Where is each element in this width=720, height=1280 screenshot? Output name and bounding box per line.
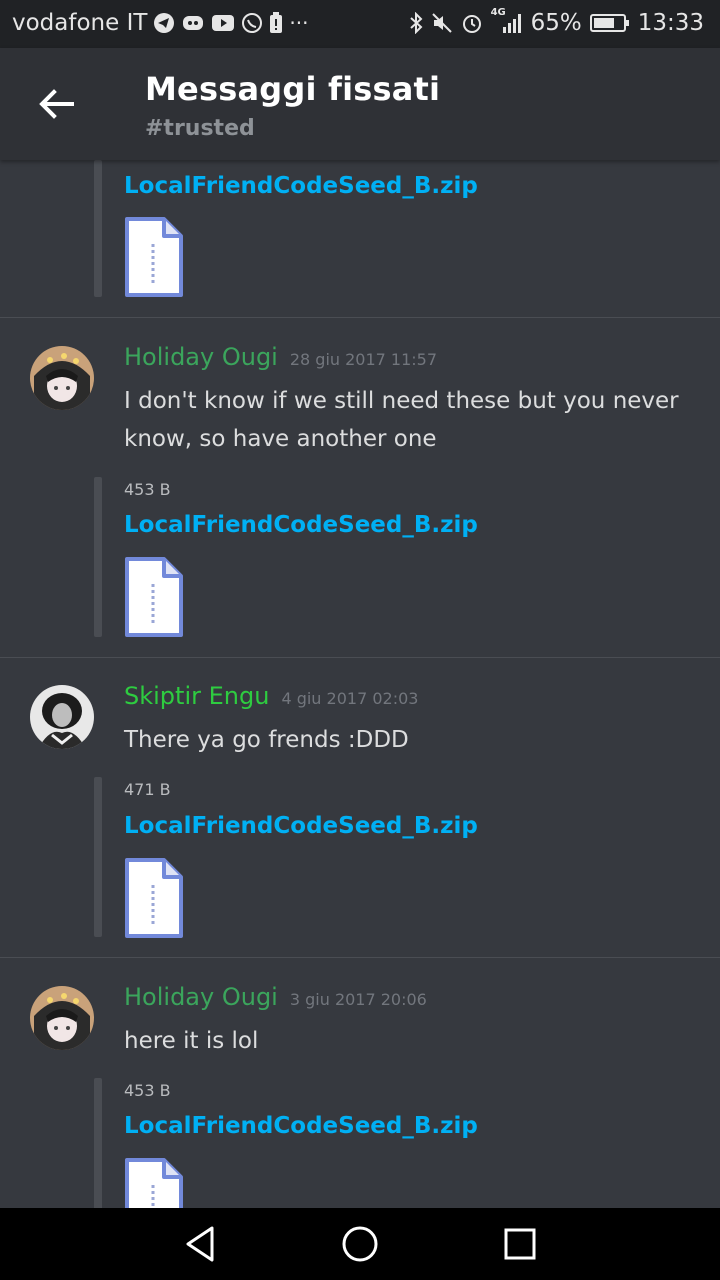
- attachment-accent-bar: [94, 1078, 102, 1208]
- author-name-text[interactable]: Holiday Ougi: [124, 983, 278, 1011]
- carrier-name: vodafone IT: [12, 10, 148, 36]
- author-name[interactable]: Holiday Ougi 3 giu 2017 20:06: [124, 983, 427, 1011]
- message-text: There ya go frends :DDD: [124, 727, 409, 753]
- avatar[interactable]: [30, 685, 94, 749]
- attachment-accent-bar: [94, 160, 102, 297]
- arrow-left-icon: [39, 89, 74, 119]
- status-bar: vodafone IT ··· 4G 65% 13:33: [0, 0, 720, 48]
- nav-back-button[interactable]: [170, 1214, 230, 1274]
- attachment-link[interactable]: LocalFriendCodeSeed_B.zip: [124, 173, 478, 199]
- message-divider: [0, 657, 720, 658]
- square-recents-icon: [504, 1228, 536, 1260]
- alarm-icon: [461, 12, 483, 34]
- author-name[interactable]: Holiday Ougi 28 giu 2017 11:57: [124, 343, 437, 371]
- navigation-bar: [0, 1208, 720, 1280]
- overflow-dots: ···: [289, 11, 309, 35]
- message-timestamp: 3 giu 2017 20:06: [289, 990, 427, 1009]
- message-text: I don't know if we still need these but …: [124, 388, 679, 452]
- attachment-link[interactable]: LocalFriendCodeSeed_B.zip: [124, 512, 478, 538]
- message-timestamp: 4 giu 2017 02:03: [281, 689, 419, 708]
- discord-icon: [181, 13, 205, 33]
- mute-icon: [431, 12, 453, 34]
- triangle-back-icon: [186, 1226, 214, 1262]
- telegram-icon: [153, 12, 175, 34]
- clock: 13:33: [637, 10, 704, 36]
- bluetooth-icon: [409, 12, 423, 34]
- battery-alert-icon: [269, 12, 283, 34]
- attachment-size: 453 B: [124, 480, 171, 499]
- author-name[interactable]: Skiptir Engu 4 giu 2017 02:03: [124, 682, 418, 710]
- network-type: 4G: [490, 7, 506, 18]
- message-divider: [0, 957, 720, 958]
- attachment-accent-bar: [94, 777, 102, 937]
- whatsapp-icon: [241, 12, 263, 34]
- signal-icon: 4G: [491, 8, 523, 34]
- avatar[interactable]: [30, 986, 94, 1050]
- back-button[interactable]: [30, 82, 82, 126]
- zip-file-icon[interactable]: [124, 857, 184, 938]
- app-header: Messaggi fissati #trusted: [0, 48, 720, 160]
- zip-file-icon[interactable]: [124, 216, 184, 297]
- attachment-size: 471 B: [124, 780, 171, 799]
- attachment-accent-bar: [94, 477, 102, 637]
- zip-file-icon[interactable]: [124, 556, 184, 637]
- attachment-link[interactable]: LocalFriendCodeSeed_B.zip: [124, 813, 478, 839]
- attachment-link[interactable]: LocalFriendCodeSeed_B.zip: [124, 1113, 478, 1139]
- nav-recents-button[interactable]: [490, 1214, 550, 1274]
- message-divider: [0, 317, 720, 318]
- circle-home-icon: [342, 1226, 378, 1262]
- attachment-size: 453 B: [124, 1081, 171, 1100]
- author-name-text[interactable]: Holiday Ougi: [124, 343, 278, 371]
- channel-name: #trusted: [145, 116, 255, 141]
- avatar[interactable]: [30, 346, 94, 410]
- battery-icon: [589, 13, 630, 33]
- zip-file-icon[interactable]: [124, 1157, 184, 1208]
- nav-home-button[interactable]: [330, 1214, 390, 1274]
- pinned-messages-list: LocalFriendCodeSeed_B.zip Holiday Ougi 28…: [0, 160, 720, 1208]
- author-name-text[interactable]: Skiptir Engu: [124, 682, 269, 710]
- page-title: Messaggi fissati: [145, 70, 441, 108]
- youtube-icon: [211, 14, 235, 32]
- message-timestamp: 28 giu 2017 11:57: [289, 350, 438, 369]
- battery-percent: 65%: [530, 10, 582, 36]
- message-text: here it is lol: [124, 1028, 259, 1054]
